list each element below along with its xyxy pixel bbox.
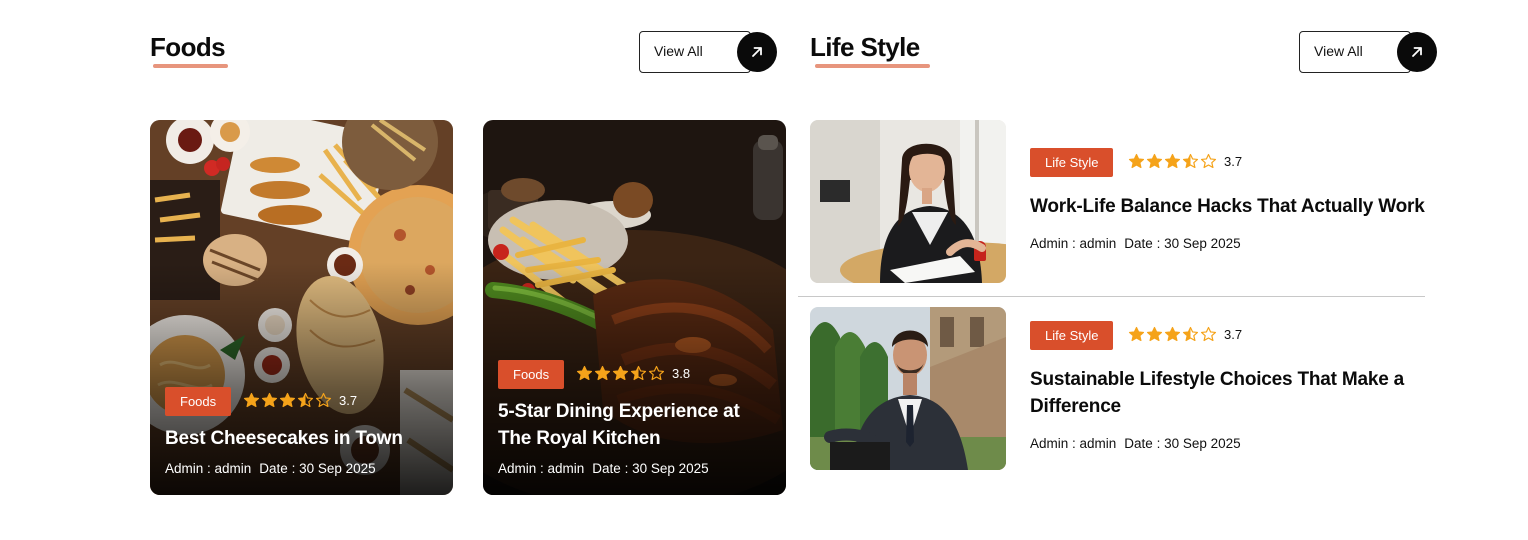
star-icon (1128, 326, 1145, 343)
foods-section-title: Foods (150, 32, 226, 62)
post-meta: Admin : admin Date : 30 Sep 2025 (498, 461, 709, 476)
post-author: Admin : admin (498, 461, 585, 476)
arrow-up-right-icon[interactable] (1397, 32, 1437, 72)
star-icon (1200, 326, 1217, 343)
rating-value: 3.7 (1224, 154, 1243, 169)
star-icon (1182, 326, 1199, 343)
star-icon (1146, 326, 1163, 343)
view-all-label: View All (654, 43, 703, 59)
post-author: Admin : admin (165, 461, 252, 476)
star-icon (297, 392, 314, 409)
star-icon (1146, 153, 1163, 170)
category-tag[interactable]: Foods (165, 387, 232, 416)
post-date: Date : 30 Sep 2025 (1124, 436, 1241, 451)
post-date: Date : 30 Sep 2025 (1124, 236, 1241, 251)
food-card-cheesecakes[interactable]: Foods 3.7 Best Cheesecakes in Town Admin… (150, 120, 453, 495)
businesswoman-thumbnail[interactable] (810, 120, 1006, 283)
star-icon (1164, 326, 1181, 343)
star-icon (243, 392, 260, 409)
star-icon (279, 392, 296, 409)
star-icon (612, 365, 629, 382)
rating-value: 3.8 (672, 366, 691, 381)
category-tag[interactable]: Foods (498, 360, 565, 389)
post-meta: Admin : admin Date : 30 Sep 2025 (1030, 236, 1241, 251)
star-rating: 3.8 (576, 365, 690, 382)
category-tag[interactable]: Life Style (1030, 321, 1114, 350)
lifestyle-view-all-button[interactable]: View All (1299, 31, 1439, 73)
post-author: Admin : admin (1030, 236, 1117, 251)
rating-value: 3.7 (1224, 327, 1243, 342)
star-icon (594, 365, 611, 382)
star-icon (1128, 153, 1145, 170)
post-title[interactable]: Sustainable Lifestyle Choices That Make … (1030, 366, 1425, 420)
star-rating: 3.7 (1128, 153, 1242, 170)
star-icon (648, 365, 665, 382)
star-icon (1200, 153, 1217, 170)
post-meta: Admin : admin Date : 30 Sep 2025 (165, 461, 376, 476)
view-all-label: View All (1314, 43, 1363, 59)
star-rating: 3.7 (243, 392, 357, 409)
food-card-royal-kitchen[interactable]: Foods 3.8 5-Star Dining Experience at Th… (483, 120, 786, 495)
post-title[interactable]: Work-Life Balance Hacks That Actually Wo… (1030, 193, 1425, 220)
star-icon (576, 365, 593, 382)
post-divider (798, 296, 1425, 297)
star-icon (261, 392, 278, 409)
lifestyle-section-title: Life Style (810, 32, 920, 62)
rating-value: 3.7 (339, 393, 358, 408)
post-date: Date : 30 Sep 2025 (259, 461, 376, 476)
post-meta: Admin : admin Date : 30 Sep 2025 (1030, 436, 1241, 451)
star-icon (315, 392, 332, 409)
star-rating: 3.7 (1128, 326, 1242, 343)
star-icon (1182, 153, 1199, 170)
foods-view-all-button[interactable]: View All (639, 31, 779, 73)
businessman-thumbnail[interactable] (810, 307, 1006, 470)
post-author: Admin : admin (1030, 436, 1117, 451)
post-title[interactable]: Best Cheesecakes in Town (165, 425, 435, 452)
post-date: Date : 30 Sep 2025 (592, 461, 709, 476)
star-icon (630, 365, 647, 382)
post-title[interactable]: 5-Star Dining Experience at The Royal Ki… (498, 398, 768, 452)
star-icon (1164, 153, 1181, 170)
lifestyle-title-underline (815, 64, 930, 68)
arrow-up-right-icon[interactable] (737, 32, 777, 72)
foods-title-underline (153, 64, 228, 68)
category-tag[interactable]: Life Style (1030, 148, 1114, 177)
